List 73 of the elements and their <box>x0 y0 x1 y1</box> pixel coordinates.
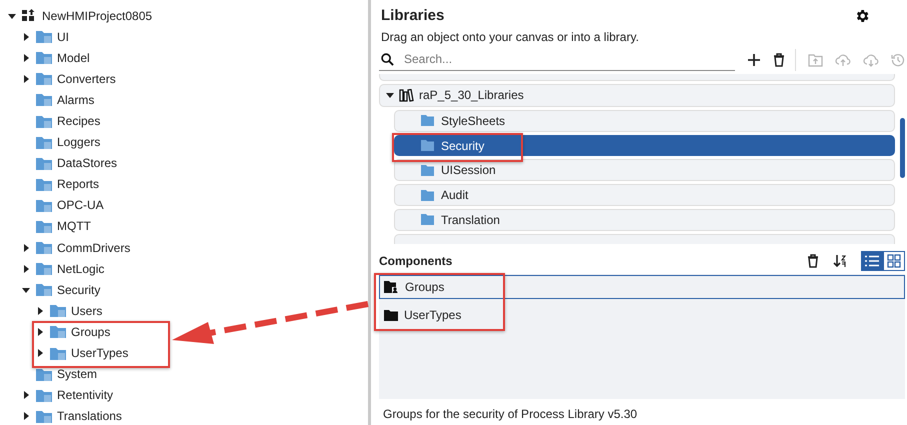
folder-icon <box>36 72 52 86</box>
section-title: Components <box>379 254 454 268</box>
list-view-button[interactable] <box>861 251 883 271</box>
tree-item[interactable]: DataStores <box>57 156 118 170</box>
folder-icon <box>36 388 52 402</box>
folder-users-icon <box>384 281 399 293</box>
folder-icon <box>36 410 52 423</box>
component-item[interactable]: UserTypes <box>379 303 905 327</box>
library-row[interactable]: raP_5_30_Libraries <box>379 84 895 108</box>
tree-item[interactable]: Translations <box>57 409 122 424</box>
grid-view-button[interactable] <box>883 251 905 271</box>
caret-icon[interactable] <box>386 91 394 100</box>
delete-icon[interactable] <box>807 254 819 268</box>
folder-icon <box>36 198 52 212</box>
tree-item[interactable]: MQTT <box>57 219 91 234</box>
folder-icon <box>421 190 434 201</box>
folder-icon <box>36 283 52 296</box>
library-folder-row[interactable]: Translation <box>394 208 895 231</box>
tree-item[interactable]: UserTypes <box>71 346 128 360</box>
tree-item[interactable]: Groups <box>71 324 110 339</box>
search-field[interactable]: Search... <box>402 51 706 67</box>
scrollbar[interactable] <box>900 118 905 178</box>
settings-icon[interactable] <box>854 8 870 24</box>
tree-item[interactable]: Users <box>71 304 102 318</box>
folder-icon <box>36 114 52 128</box>
sort-icon[interactable] <box>833 254 847 268</box>
tree-item[interactable]: OPC-UA <box>57 198 104 212</box>
folder-icon <box>36 178 52 191</box>
folder-icon <box>36 30 52 44</box>
library-icon <box>399 88 414 102</box>
delete-icon[interactable] <box>773 53 785 67</box>
folder-icon <box>36 156 52 170</box>
folder-icon <box>384 310 398 320</box>
tree-item[interactable]: Security <box>57 282 100 297</box>
folder-icon <box>50 304 66 318</box>
tree-item[interactable]: Alarms <box>57 92 94 107</box>
folder-icon <box>36 220 52 233</box>
tree-item[interactable]: Converters <box>57 72 116 86</box>
tree-item[interactable]: CommDrivers <box>57 240 130 255</box>
tree-item[interactable]: NetLogic <box>57 262 104 276</box>
folder-icon <box>421 140 434 152</box>
tree-item[interactable]: NewHMIProject0805 <box>42 8 152 23</box>
folder-icon <box>421 115 434 126</box>
list-icon <box>865 255 879 267</box>
component-item[interactable]: Groups <box>379 275 905 299</box>
folder-icon <box>36 368 52 381</box>
tree-item[interactable]: Model <box>57 50 90 65</box>
search-icon <box>381 52 394 66</box>
tree-item[interactable]: Loggers <box>57 135 100 150</box>
folder-icon <box>36 51 52 64</box>
folder-icon <box>36 241 52 254</box>
library-folder-row[interactable]: StyleSheets <box>394 110 895 132</box>
tree-item[interactable]: Reports <box>57 177 100 192</box>
grid-icon <box>887 254 901 268</box>
folder-icon <box>50 346 66 360</box>
folder-icon <box>36 93 52 106</box>
panel-subtitle: Drag an object onto your canvas or into a library. <box>380 29 640 46</box>
library-folder-row[interactable]: Security <box>394 134 895 156</box>
folder-icon <box>36 262 52 276</box>
folder-icon <box>50 325 66 338</box>
folder-icon <box>36 136 52 149</box>
panel-title: Libraries <box>381 7 444 24</box>
tree-item[interactable]: Retentivity <box>57 388 114 402</box>
folder-icon <box>421 214 434 226</box>
project-icon <box>22 9 37 22</box>
library-folder-row[interactable]: UISession <box>394 159 895 182</box>
tree-item[interactable]: Recipes <box>57 114 100 128</box>
folder-icon <box>421 164 434 176</box>
component-description: Groups for the security of Process Library v5.30 <box>382 406 638 421</box>
library-folder-row[interactable]: Audit <box>394 184 895 206</box>
tree-item[interactable]: System <box>57 367 98 382</box>
tree-item[interactable]: UI <box>57 30 69 44</box>
add-icon[interactable] <box>747 53 761 67</box>
